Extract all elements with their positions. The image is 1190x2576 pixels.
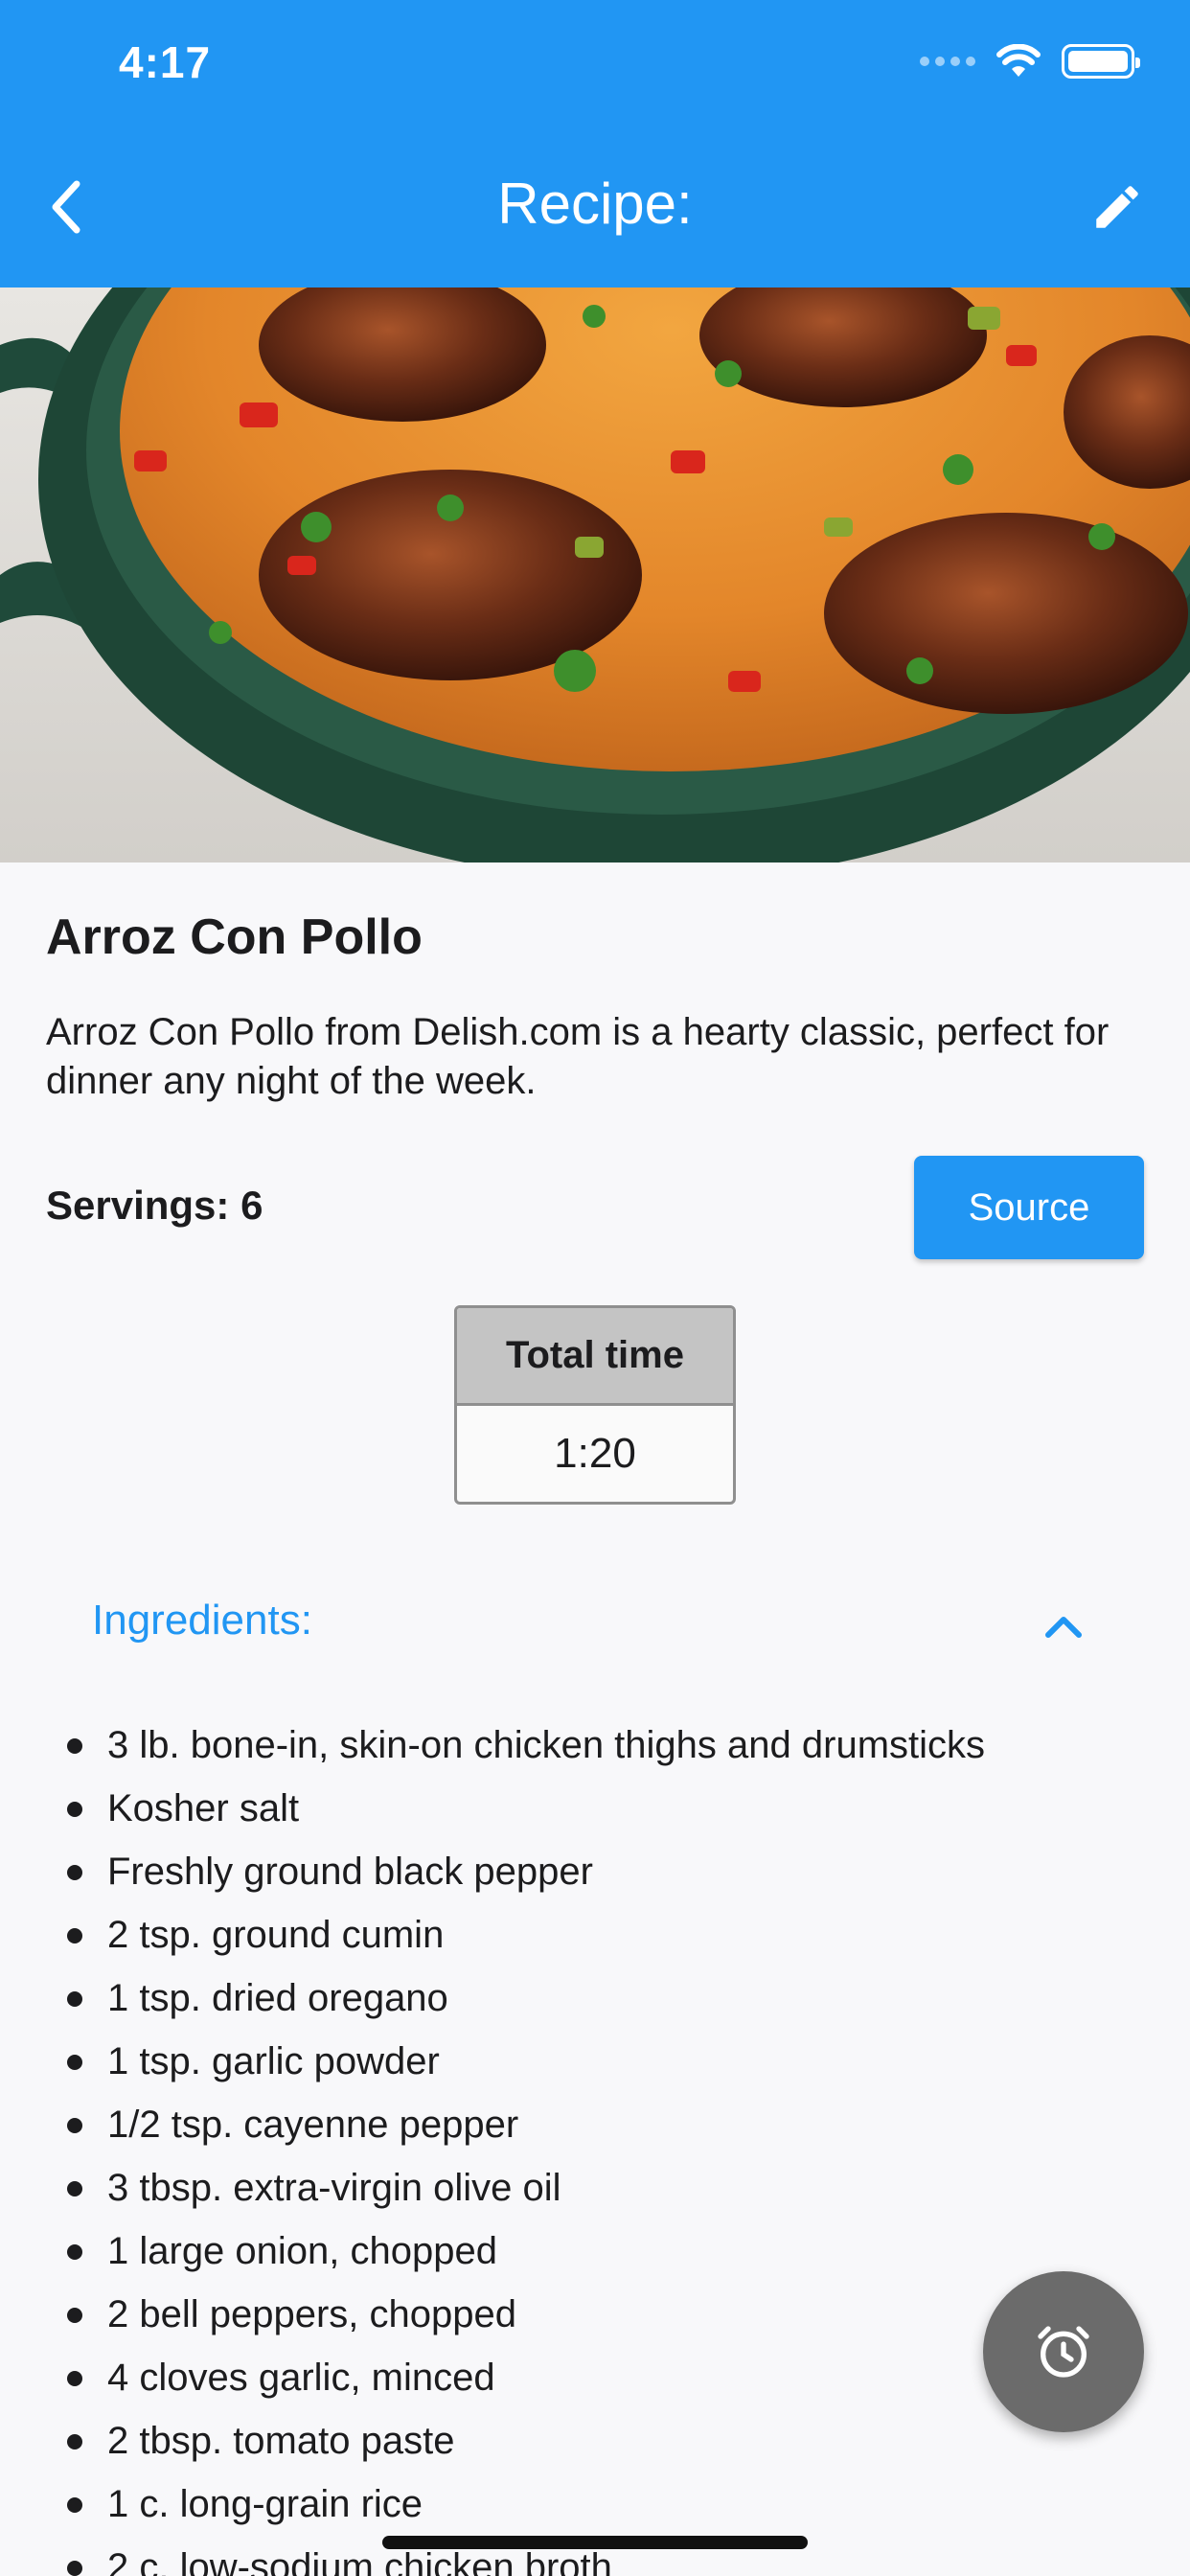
alarm-clock-icon	[1038, 2326, 1089, 2378]
home-indicator	[382, 2536, 808, 2549]
bullet-icon	[67, 2497, 82, 2513]
servings-label: Servings: 6	[46, 1183, 263, 1228]
bullet-icon	[67, 1928, 82, 1944]
bullet-icon	[67, 2561, 82, 2576]
ingredient-text: 1/2 tsp. cayenne pepper	[107, 2104, 519, 2146]
ingredient-text: 2 tbsp. tomato paste	[107, 2420, 455, 2462]
source-button[interactable]: Source	[914, 1156, 1144, 1259]
ingredient-item: 1 c. long-grain rice	[0, 2472, 1190, 2536]
battery-icon	[1062, 44, 1140, 79]
bullet-icon	[67, 1802, 82, 1817]
ingredient-text: 3 tbsp. extra-virgin olive oil	[107, 2167, 561, 2209]
ingredients-label: Ingredients:	[92, 1597, 312, 1644]
recipe-description: Arroz Con Pollo from Delish.com is a hea…	[46, 1011, 1110, 1102]
edit-button[interactable]	[1079, 172, 1156, 242]
app-bar: 4:17 Recipe:	[0, 0, 1190, 288]
app-title: Recipe:	[497, 172, 693, 236]
ingredient-text: 1 tsp. garlic powder	[107, 2040, 440, 2082]
bullet-icon	[67, 2181, 82, 2196]
ingredient-text: 2 bell peppers, chopped	[107, 2293, 516, 2335]
ingredient-item: Kosher salt	[0, 1777, 1190, 1840]
bullet-icon	[67, 2055, 82, 2070]
bullet-icon	[67, 2434, 82, 2450]
ingredient-text: 2 c. low-sodium chicken broth	[107, 2546, 612, 2576]
ingredient-text: 1 c. long-grain rice	[107, 2483, 423, 2525]
ingredient-item: Freshly ground black pepper	[0, 1840, 1190, 1903]
bullet-icon	[67, 2118, 82, 2133]
ingredient-list: 3 lb. bone-in, skin-on chicken thighs an…	[0, 1714, 1190, 2576]
timer-fab[interactable]	[983, 2271, 1144, 2432]
total-time-value: 1:20	[554, 1430, 636, 1477]
bullet-icon	[67, 2308, 82, 2323]
bullet-icon	[67, 1738, 82, 1754]
recipe-screen: 4:17 Recipe: Arroz Con Pollo Arroz Con P…	[0, 0, 1190, 2576]
chevron-up-icon[interactable]	[1041, 1606, 1087, 1644]
bullet-icon	[67, 2244, 82, 2260]
recipe-photo-illustration	[0, 288, 1190, 862]
ingredients-expander[interactable]: Ingredients:	[0, 1572, 1190, 1677]
ingredient-text: 1 tsp. dried oregano	[107, 1977, 448, 2019]
ingredient-item: 2 tsp. ground cumin	[0, 1903, 1190, 1966]
ingredient-text: Kosher salt	[107, 1787, 300, 1829]
ingredient-text: 3 lb. bone-in, skin-on chicken thighs an…	[107, 1724, 986, 1766]
total-time-header: Total time	[457, 1308, 733, 1406]
bullet-icon	[67, 2371, 82, 2386]
ingredient-item: 2 tbsp. tomato paste	[0, 2409, 1190, 2472]
ingredient-item: 1 tsp. garlic powder	[0, 2030, 1190, 2093]
ingredient-text: Freshly ground black pepper	[107, 1851, 593, 1893]
bullet-icon	[67, 1991, 82, 2007]
ingredient-item: 1/2 tsp. cayenne pepper	[0, 2093, 1190, 2156]
ingredient-item: 3 lb. bone-in, skin-on chicken thighs an…	[0, 1714, 1190, 1777]
ingredient-text: 1 large onion, chopped	[107, 2230, 497, 2272]
recipe-photo	[0, 288, 1190, 862]
wifi-icon	[996, 44, 1041, 77]
bullet-icon	[67, 1865, 82, 1880]
ingredient-item: 1 large onion, chopped	[0, 2220, 1190, 2283]
ingredient-text: 4 cloves garlic, minced	[107, 2357, 495, 2399]
status-time: 4:17	[119, 37, 212, 87]
recipe-title: Arroz Con Pollo	[46, 909, 423, 965]
ingredient-item: 1 tsp. dried oregano	[0, 1966, 1190, 2030]
pencil-icon	[1096, 186, 1138, 228]
total-time-table: Total time 1:20	[454, 1305, 736, 1505]
signal-icon	[920, 57, 975, 66]
ingredient-item: 3 tbsp. extra-virgin olive oil	[0, 2156, 1190, 2220]
ingredient-text: 2 tsp. ground cumin	[107, 1914, 445, 1956]
status-icons	[920, 44, 1140, 79]
